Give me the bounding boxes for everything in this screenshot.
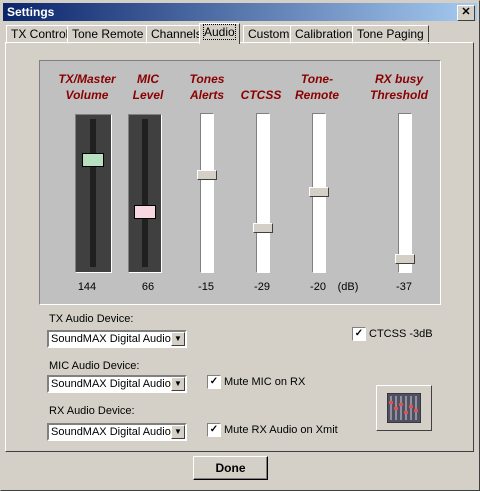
slider-label-ctcss: CTCSS <box>240 88 282 102</box>
chevron-down-icon[interactable]: ▼ <box>171 377 185 391</box>
mute-mic-label: Mute MIC on RX <box>224 376 306 388</box>
mute-rx-label: Mute RX Audio on Xmit <box>224 424 338 436</box>
title-bar: Settings ✕ <box>3 3 477 21</box>
tx-device-label: TX Audio Device: <box>49 313 134 325</box>
ctcss-3db-checkbox[interactable]: ✓ <box>352 327 366 341</box>
rx-device-label: RX Audio Device: <box>49 405 135 417</box>
db-unit-label: (dB) <box>337 281 359 293</box>
rx-busy-slider[interactable] <box>395 113 415 273</box>
mic-thumb[interactable] <box>134 205 156 219</box>
tx-master-value: 144 <box>77 281 97 293</box>
ctcss-thumb[interactable] <box>253 223 273 233</box>
ctcss-3db-label: CTCSS -3dB <box>369 328 433 340</box>
tx-device-select[interactable]: SoundMAX Digital Audio ▼ <box>47 330 187 348</box>
tab-audio[interactable]: Audio <box>199 23 240 44</box>
tone-remote-slider[interactable] <box>309 113 329 273</box>
tx-master-thumb[interactable] <box>82 153 104 167</box>
ctcss-slider[interactable] <box>253 113 273 273</box>
mic-device-label: MIC Audio Device: <box>49 360 140 372</box>
rx-busy-value: -37 <box>396 281 412 293</box>
ctcss-value: -29 <box>254 281 270 293</box>
window-title: Settings <box>7 5 55 19</box>
mute-mic-checkbox[interactable]: ✓ <box>207 375 221 389</box>
slider-group: TX/Master Volume MIC Level Tones Alerts CTC… <box>39 60 441 305</box>
chevron-down-icon[interactable]: ▼ <box>171 425 185 439</box>
chevron-down-icon[interactable]: ▼ <box>171 332 185 346</box>
tones-slider[interactable] <box>197 113 217 273</box>
slider-label-rx-busy: RX busy Threshold <box>369 72 428 102</box>
done-button[interactable]: Done <box>193 456 268 480</box>
slider-label-mic: MIC Level <box>132 72 164 102</box>
tone-remote-value: -20 <box>310 281 326 293</box>
rx-device-select[interactable]: SoundMAX Digital Audio ▼ <box>47 423 187 441</box>
mute-rx-checkbox[interactable]: ✓ <box>207 423 221 437</box>
mic-value: 66 <box>141 281 155 293</box>
tones-value: -15 <box>198 281 214 293</box>
slider-label-tone-remote: Tone- Remote <box>294 72 339 102</box>
slider-label-tx-master: TX/Master Volume <box>58 72 116 102</box>
tones-thumb[interactable] <box>197 170 217 180</box>
mixer-button[interactable] <box>376 385 432 431</box>
checkmark-icon: ✓ <box>209 424 219 435</box>
close-button[interactable]: ✕ <box>457 5 475 21</box>
checkmark-icon: ✓ <box>209 376 219 387</box>
tx-master-slider[interactable] <box>75 114 112 273</box>
checkmark-icon: ✓ <box>354 328 364 339</box>
mic-slider[interactable] <box>128 114 162 273</box>
mixer-icon <box>387 393 421 423</box>
mic-device-select[interactable]: SoundMAX Digital Audio ▼ <box>47 375 187 393</box>
rx-busy-thumb[interactable] <box>395 254 415 264</box>
slider-label-tones: Tones Alerts <box>189 72 225 102</box>
tone-remote-thumb[interactable] <box>309 187 329 197</box>
